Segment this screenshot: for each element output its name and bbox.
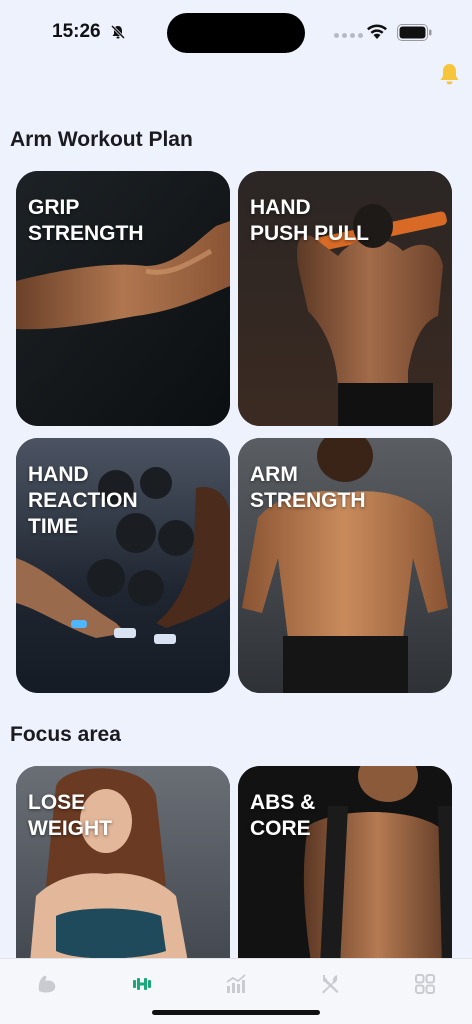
- screen: 15:26 Arm Workout Plan GRIP STRENGTH HAN…: [0, 0, 472, 1024]
- tab-stats[interactable]: [212, 971, 260, 997]
- dumbbell-icon: [132, 978, 151, 990]
- hand-push-pull-card[interactable]: HAND PUSH PULL: [238, 171, 452, 426]
- card-label: GRIP STRENGTH: [28, 196, 144, 245]
- tab-nutrition[interactable]: [306, 971, 354, 997]
- dynamic-island: [167, 13, 305, 53]
- stats-icon: [226, 974, 246, 993]
- wifi-icon: [367, 24, 387, 39]
- tab-more[interactable]: [401, 971, 449, 997]
- arm-strength-card[interactable]: ARM STRENGTH: [238, 438, 452, 693]
- card-label: ARM STRENGTH: [250, 463, 366, 512]
- home-indicator: [152, 1010, 320, 1015]
- fork-knife-icon: [322, 975, 339, 994]
- card-label: ABS & CORE: [250, 791, 316, 840]
- notification-bell-icon[interactable]: [437, 62, 462, 87]
- tab-workout[interactable]: [118, 971, 166, 997]
- biceps-icon: [38, 975, 56, 993]
- card-label: HAND REACTION TIME: [28, 463, 138, 538]
- hand-reaction-time-card[interactable]: HAND REACTION TIME: [16, 438, 230, 693]
- tab-arm[interactable]: [23, 971, 71, 997]
- battery-icon: [397, 24, 432, 41]
- status-bar: 15:26: [0, 0, 472, 64]
- status-time: 15:26: [52, 21, 101, 42]
- cellular-signal-icon: [334, 33, 363, 38]
- arm-workout-plan-title: Arm Workout Plan: [10, 128, 193, 151]
- grip-strength-card[interactable]: GRIP STRENGTH: [16, 171, 230, 426]
- grid-icon: [414, 974, 435, 994]
- card-label: LOSE WEIGHT: [28, 791, 112, 840]
- focus-area-title: Focus area: [10, 723, 121, 746]
- card-label: HAND PUSH PULL: [250, 196, 370, 245]
- bell-mute-icon: [110, 24, 126, 40]
